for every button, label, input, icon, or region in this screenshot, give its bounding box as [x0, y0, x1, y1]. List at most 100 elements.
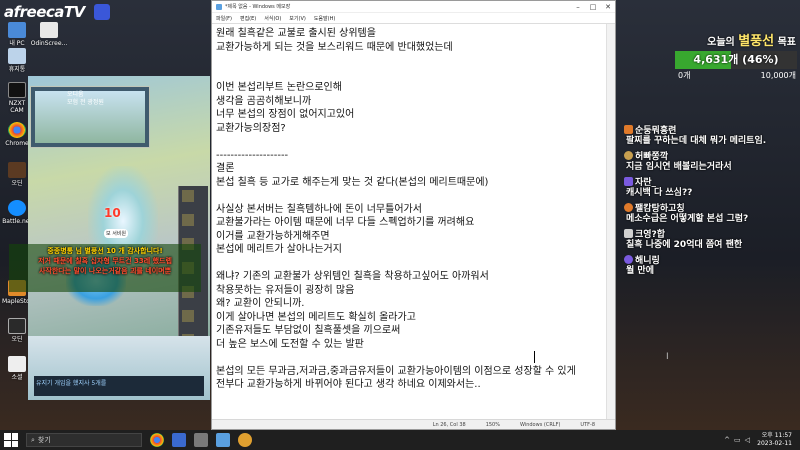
start-button[interactable]	[4, 433, 18, 447]
chrome-icon	[8, 122, 26, 138]
notepad-line	[216, 54, 603, 68]
level-badge-number: 10	[104, 206, 121, 220]
notepad-line: 이번 본섭리부트 논란으로인해	[216, 82, 342, 93]
search-placeholder: 찾기	[37, 436, 51, 444]
maximize-button[interactable]: □	[586, 1, 600, 13]
chrome-icon[interactable]	[150, 433, 164, 447]
search-icon: ⌕	[31, 435, 35, 444]
goal-progress-value: 4,631개 (46%)	[693, 53, 779, 66]
taskbar-search[interactable]: ⌕ 찾기	[26, 433, 142, 447]
desktop-icon-label: 휴지통	[8, 66, 26, 73]
recycle-bin-icon	[8, 48, 26, 64]
clock[interactable]: 오후 11:57 2023-02-11	[757, 432, 792, 448]
text-caret	[534, 351, 535, 363]
goal-progress-bar: 4,631개 (46%)	[675, 51, 797, 69]
game-popup-subtitle: 모험 전 광정원	[67, 99, 104, 106]
system-tray: ^ ▭ ◁	[724, 436, 750, 444]
notepad-line: 너무 본섭의 장점이 없어지고있어	[216, 109, 355, 120]
goal-min: 0개	[678, 71, 691, 80]
goal-range: 0개 10,000개	[672, 69, 798, 81]
menu-format[interactable]: 서식(O)	[264, 15, 281, 22]
chat-text: 월 만에	[626, 266, 654, 276]
menu-file[interactable]: 파일(F)	[216, 15, 232, 22]
notepad-menubar: 파일(F) 편집(E) 서식(O) 보기(V) 도움말(H)	[212, 13, 615, 24]
notepad-line: 본섭에 메리트가 살아나는거지	[216, 244, 342, 255]
donation-notice-line: 사작한다는 말이 나오는거같음 괴를 네이며뿐	[38, 267, 172, 275]
user-badge-icon	[624, 177, 633, 186]
status-zoom: 150%	[485, 421, 500, 428]
chat-message: 해니링 월 만에	[624, 254, 800, 277]
donation-notice-line: 저거 때문에 칠흑 십자형 무트건 33레 했드렙	[38, 257, 172, 265]
notepad-line: 왜냐? 기존의 교환불가 상위템인 칠흑을 착용하고싶어도 아까워서	[216, 271, 489, 282]
taskbar: ⌕ 찾기 ^ ▭ ◁ 오후 11:57 2023-02-11	[0, 430, 800, 450]
level-badge-label: 보 서비원	[104, 229, 128, 238]
menu-edit[interactable]: 편집(E)	[240, 15, 256, 22]
game-popup-window: 오디움 모험 전 광정원	[30, 86, 150, 148]
document-icon	[8, 356, 26, 372]
chat-text: 칠흑 나중에 20억대 쯤여 팬한	[626, 240, 743, 250]
user-badge-icon	[624, 151, 633, 160]
chat-username-row: 팰캄탕하고칭	[624, 202, 800, 214]
donation-goal-widget: 오늘의 별풍선 목표 4,631개 (46%) 0개 10,000개	[672, 30, 798, 86]
odin-icon	[8, 318, 26, 334]
notepad-statusbar: Ln 26, Col 38 150% Windows (CRLF) UTF-8	[212, 419, 615, 429]
battlenet-icon	[8, 200, 26, 216]
notepad-line	[216, 135, 603, 149]
desktop-icon-odinscreen[interactable]: OdinScree...	[30, 22, 68, 47]
notepad-line: 이거를 교환가능하게해주면	[216, 230, 330, 242]
goal-title-prefix: 오늘의	[707, 37, 735, 48]
notepad-line: 전부다 교환가능하게 바뀌어야 된다고 생각 하네요 이제와서는..	[216, 379, 481, 390]
notepad-line: 왜? 교환이 안되니까.	[216, 298, 305, 309]
notepad-line: 생각을 곰곰히해보니까	[216, 95, 312, 107]
minimize-button[interactable]: –	[571, 1, 585, 13]
chat-username-row: 허빠쫑깍	[624, 150, 800, 162]
notepad-line: 교환불가라는 아이템 때문에 너무 다들 스펙업하기를 꺼려해요	[216, 217, 475, 228]
app-icon[interactable]	[172, 433, 186, 447]
game-popup-text: 오디움 모험 전 광정원	[67, 91, 104, 107]
user-badge-icon	[624, 203, 633, 212]
goal-title-highlight: 별풍선	[738, 34, 775, 49]
notepad-scrollbar[interactable]	[606, 24, 615, 420]
app-icon[interactable]	[194, 433, 208, 447]
user-badge-icon	[624, 125, 633, 134]
desktop-icon-my-pc[interactable]: 내 PC	[2, 22, 32, 47]
notepad-icon	[216, 3, 222, 10]
network-icon[interactable]: ▭	[734, 436, 741, 444]
chat-text: 메소수급은 어떻게할 본섭 그럼?	[626, 214, 749, 224]
volume-icon[interactable]: ◁	[745, 436, 750, 444]
notepad-line: 더 높은 보스에 도전할 수 있는 발판	[216, 338, 364, 350]
goal-title: 오늘의 별풍선 목표	[672, 30, 798, 49]
file-icon	[40, 22, 58, 38]
clock-time: 오후 11:57	[761, 432, 792, 439]
notepad-icon[interactable]	[216, 433, 230, 447]
chat-text: 팔찌를 꾸하는데 대체 뭐가 메리트임.	[626, 136, 767, 146]
notepad-line	[216, 68, 603, 82]
notepad-title: *제목 없음 - Windows 메모장	[225, 4, 291, 10]
notepad-line: 기존유저들도 부담없이 칠흑풀셋을 끼으로써	[216, 325, 401, 336]
chat-overlay: 순둥뭐흥련 팔찌를 꾸하는데 대체 뭐가 메리트임. 허빠쫑깍 지금 임시연 배볼리는…	[624, 124, 800, 280]
notepad-line: 원래 칠흑같은 교불로 출시된 상위템을	[216, 28, 376, 39]
mouse-cursor-icon: I	[666, 352, 669, 362]
app-icon[interactable]	[238, 433, 252, 447]
notepad-titlebar[interactable]: *제목 없음 - Windows 메모장 – □ ✕	[212, 1, 615, 13]
notepad-line: 본섭의 모든 무과금,저과금,중과금유저들이 교환가능아이템의 이점으로 성장할…	[216, 365, 576, 377]
status-line-ending: Windows (CRLF)	[519, 421, 561, 428]
chat-message: 팰캄탕하고칭 메소수급은 어떻게할 본섭 그럼?	[624, 202, 800, 225]
notepad-line	[216, 189, 603, 203]
chevron-up-icon[interactable]: ^	[724, 436, 730, 444]
status-position: Ln 26, Col 38	[432, 421, 466, 428]
notepad-text-area[interactable]: 원래 칠흑같은 교불로 출시된 상위템을 교환가능하게 되는 것을 보스리워드 때…	[212, 24, 607, 420]
donation-notice: 중종병통 님 별풍선 10 개 감사합니다! 저거 때문에 칠흑 십자형 무트건…	[9, 244, 201, 292]
close-button[interactable]: ✕	[601, 1, 615, 13]
donation-notice-line: 중종병통 님 별풍선 10 개 감사합니다!	[47, 247, 163, 255]
chat-message: 순둥뭐흥련 팔찌를 꾸하는데 대체 뭐가 메리트임.	[624, 124, 800, 147]
user-badge-icon	[624, 255, 633, 264]
desktop-icon-label: 내 PC	[9, 40, 25, 47]
desktop-icon-recycle-bin[interactable]: 휴지통	[2, 48, 32, 73]
notepad-window: *제목 없음 - Windows 메모장 – □ ✕ 파일(F) 편집(E) 서…	[211, 0, 616, 430]
menu-view[interactable]: 보기(V)	[289, 15, 306, 22]
notepad-line	[216, 257, 603, 271]
menu-help[interactable]: 도움말(H)	[314, 15, 335, 22]
chat-message: 크영?합 칠흑 나중에 20억대 쯤여 팬한	[624, 228, 800, 251]
level-badge: 10 보 서비원	[104, 206, 130, 238]
